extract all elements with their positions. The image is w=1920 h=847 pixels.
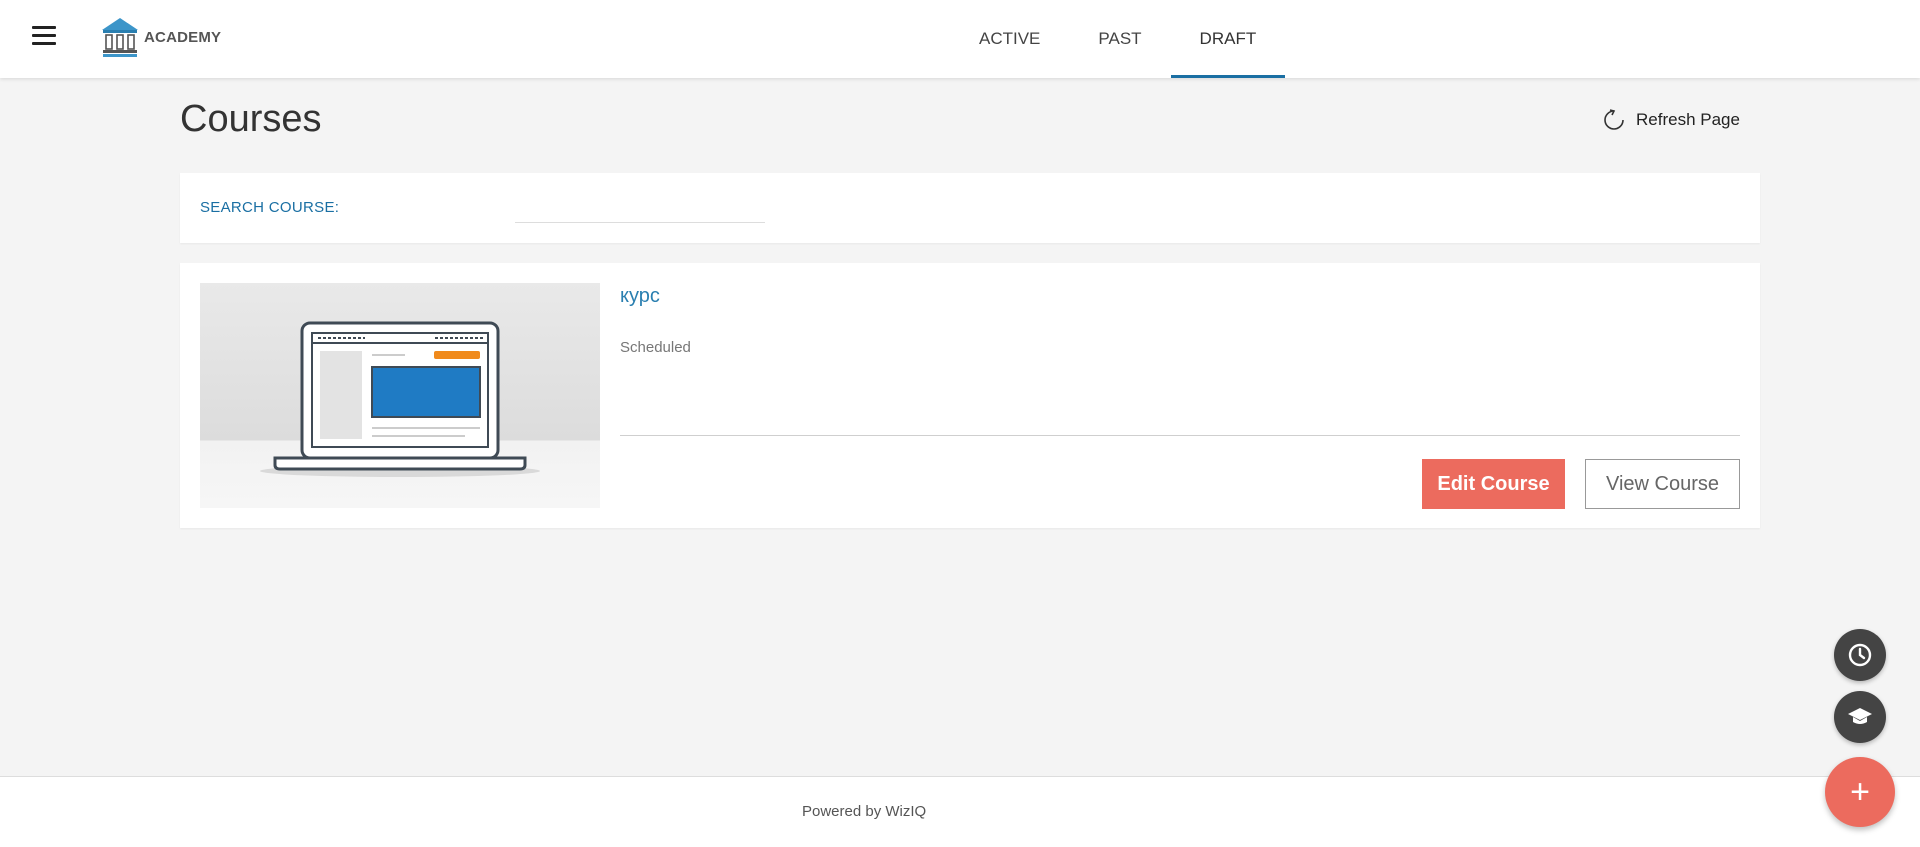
plus-icon: + (1850, 772, 1870, 811)
course-thumbnail[interactable] (200, 283, 600, 508)
recent-activity-button[interactable] (1834, 629, 1886, 681)
course-status-tabs: ACTIVE PAST DRAFT (950, 0, 1285, 78)
logo-text: ACADEMY (144, 28, 222, 46)
page-title: Courses (180, 98, 322, 140)
view-course-button[interactable]: View Course (1585, 459, 1740, 509)
clock-icon (1848, 643, 1872, 667)
refresh-label: Refresh Page (1636, 110, 1740, 129)
search-course-input[interactable] (515, 191, 765, 223)
powered-by-text: Powered by WizIQ (802, 803, 927, 820)
course-status: Scheduled (620, 339, 691, 356)
graduation-cap-icon (1848, 708, 1872, 724)
search-card: SEARCH COURSE: (180, 173, 1760, 243)
refresh-icon (1604, 109, 1624, 130)
course-title-link[interactable]: курс (620, 285, 660, 308)
laptop-illustration-icon (260, 321, 540, 477)
search-label: SEARCH COURSE: (200, 199, 340, 216)
card-divider (620, 435, 1740, 436)
page-footer: Powered by WizIQ (0, 776, 1920, 847)
hamburger-menu-icon[interactable] (32, 26, 56, 46)
courses-shortcut-button[interactable] (1834, 691, 1886, 743)
course-card: курс Scheduled Edit Course View Course (180, 263, 1760, 528)
academy-building-icon (102, 18, 138, 57)
refresh-page-button[interactable]: Refresh Page (1602, 108, 1740, 132)
edit-course-button[interactable]: Edit Course (1422, 459, 1565, 509)
top-header: ACADEMY ACTIVE PAST DRAFT (0, 0, 1920, 78)
tab-draft[interactable]: DRAFT (1170, 0, 1286, 78)
tab-active[interactable]: ACTIVE (950, 0, 1069, 78)
tab-past[interactable]: PAST (1069, 0, 1170, 78)
add-course-button[interactable]: + (1825, 757, 1895, 827)
academy-logo[interactable]: ACADEMY (100, 16, 221, 58)
